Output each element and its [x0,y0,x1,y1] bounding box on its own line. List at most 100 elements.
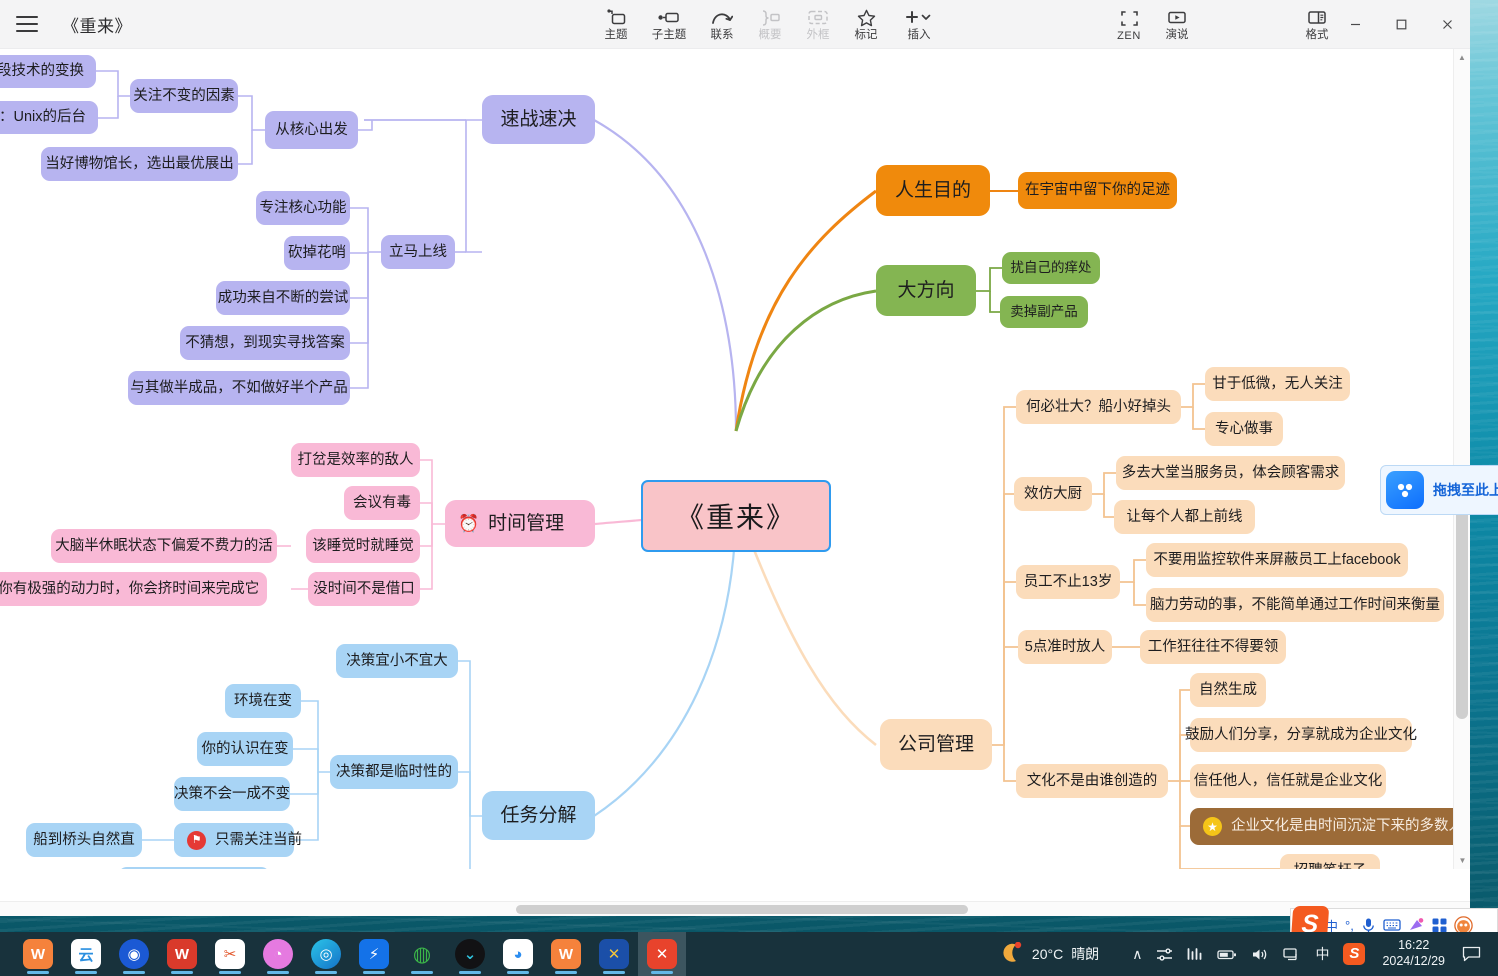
horizontal-scrollbar-thumb[interactable] [516,905,968,914]
node-huanjing[interactable]: 环境在变 [225,684,301,718]
node-gaishui[interactable]: 该睡觉时就睡觉 [306,529,420,563]
node-guli[interactable]: 鼓励人们分享，分享就成为企业文化 [1185,718,1417,752]
node-wudian[interactable]: 5点准时放人 [1018,630,1112,664]
node-zhuanzhu[interactable]: 专注核心功能 [256,191,350,225]
tray-battery-icon[interactable] [1210,948,1244,961]
node-yuangong[interactable]: 员工不止13岁 [1016,565,1120,599]
node-dacha[interactable]: 打岔是效率的敌人 [291,443,420,477]
tray-sogou-icon[interactable]: S [1336,943,1372,965]
maximize-button[interactable] [1378,0,1424,49]
node-qiye[interactable]: ★ 企业文化是由时间沉淀下来的多数人的 [1190,808,1470,845]
node-renshi[interactable]: 你的认识在变 [197,732,293,766]
tray-network-icon[interactable] [1276,947,1308,962]
toolbar-topic[interactable]: 主题 [592,3,640,47]
toolbar-marker[interactable]: 标记 [842,3,890,47]
taskbar-app-9[interactable]: ⌄ [446,932,494,976]
clock-widget[interactable]: 16:22 2024/12/29 [1372,938,1455,969]
taskbar-app-11[interactable]: W [542,932,590,976]
scroll-up-arrow[interactable]: ▲ [1454,49,1470,66]
horizontal-scrollbar[interactable] [0,901,1470,916]
tray-chart-icon[interactable] [1180,947,1210,961]
node-renwu[interactable]: 任务分解 [482,791,595,840]
skin-icon[interactable] [1408,917,1425,933]
tray-volume-icon[interactable] [1244,947,1276,962]
node-huiyi[interactable]: 会议有毒 [344,486,420,520]
node-shijian[interactable]: ⏰ 时间管理 [445,500,595,547]
toolbar-boundary[interactable]: 外框 [794,3,842,47]
node-blue-cutoff[interactable] [118,867,270,869]
node-gongzuokuang[interactable]: 工作狂往往不得要领 [1140,630,1286,664]
taskbar-app-8[interactable]: ◍ [398,932,446,976]
node-buyao[interactable]: 不要用监控软件来屏蔽员工上facebook [1146,543,1408,577]
node-chuandao[interactable]: 船到桥头自然直 [26,823,142,857]
node-ganyu[interactable]: 甘于低微，无人关注 [1205,367,1350,401]
node-ziran[interactable]: 自然生成 [1190,673,1266,707]
notification-icon[interactable] [1455,946,1488,963]
node-guanzhu[interactable]: 关注不变的因素 [130,79,238,113]
taskbar-app-4[interactable]: ✂ [206,932,254,976]
node-sufast[interactable]: 速战速决 [482,95,595,144]
taskbar-app-5[interactable]: ◔ [254,932,302,976]
node-rangmei[interactable]: 让每个人都上前线 [1114,500,1255,534]
toolbar-subtopic[interactable]: 子主题 [640,3,698,47]
node-zhaopin[interactable]: 招聘笔杆子 [1280,854,1380,869]
toolbar-presentation[interactable]: 演说 [1153,3,1201,47]
tray-ime-icon[interactable]: 中 [1308,944,1336,964]
node-gongsi[interactable]: 公司管理 [880,719,992,770]
taskbar-app-3[interactable]: W [158,932,206,976]
keyboard-icon[interactable] [1383,918,1401,932]
taskbar-app-6[interactable]: ◎ [302,932,350,976]
taskbar-app-0[interactable]: W [14,932,62,976]
node-limashang[interactable]: 立马上线 [381,235,455,269]
weather-widget[interactable]: 20°C 晴朗 [1000,941,1099,967]
node-yuqi[interactable]: 与其做半成品，不如做好半个产品 [128,371,350,405]
node-qianduan[interactable]: 前段技术的变换 [0,55,96,88]
ime-punctuation[interactable]: °, [1345,918,1354,933]
taskbar-app-10[interactable]: ◕ [494,932,542,976]
taskbar-app-1[interactable]: 云 [62,932,110,976]
mic-icon[interactable] [1361,917,1376,934]
vertical-scrollbar[interactable]: ▲ ▼ [1453,49,1470,869]
node-dangni[interactable]: 当你有极强的动力时，你会挤时间来完成它 [0,572,267,606]
node-wenhua[interactable]: 文化不是由谁创造的 [1016,764,1168,798]
tray-overflow-icon[interactable]: ∧ [1125,946,1149,963]
taskbar-app-12[interactable]: ✕ [590,932,638,976]
node-duoqu[interactable]: 多去大堂当服务员，体会顾客需求 [1116,456,1345,490]
node-bowu[interactable]: 当好博物馆长，选出最优展出 [41,147,238,181]
node-rensheng[interactable]: 人生目的 [876,165,990,216]
node-xiaofang[interactable]: 效仿大厨 [1014,477,1092,511]
close-button[interactable] [1424,0,1470,49]
menu-icon[interactable] [16,16,38,32]
node-juece-xiao[interactable]: 决策宜小不宜大 [336,644,458,678]
node-rao[interactable]: 扰自己的痒处 [1002,252,1100,284]
node-juece-linshi[interactable]: 决策都是临时性的 [330,755,458,789]
node-meishijian[interactable]: 没时间不是借口 [308,572,420,606]
node-juece-bian[interactable]: 决策不会一成不变 [174,777,290,811]
node-kandiao[interactable]: 砍掉花哨 [284,236,350,270]
node-zuji[interactable]: 在宇宙中留下你的足迹 [1018,172,1177,209]
toolbar-summary[interactable]: 概要 [746,3,794,47]
root-node[interactable]: 《重来》 [641,480,831,552]
taskbar-app-13[interactable]: ✕ [638,932,686,976]
toolbar-insert[interactable]: 插入 [890,3,948,47]
vertical-scrollbar-thumb[interactable] [1456,479,1468,719]
node-dafang[interactable]: 大方向 [876,265,976,316]
taskbar-app-2[interactable]: ◉ [110,932,158,976]
node-conghexin[interactable]: 从核心出发 [265,111,358,149]
tray-settings-icon[interactable] [1149,947,1180,962]
node-xinren[interactable]: 信任他人，信任就是企业文化 [1190,764,1386,798]
node-danao[interactable]: 大脑半休眠状态下偏爱不费力的活 [51,529,277,563]
minimize-button[interactable] [1332,0,1378,49]
node-hebi[interactable]: 何必壮大？船小好掉头 [1016,390,1181,424]
scroll-down-arrow[interactable]: ▼ [1454,852,1470,869]
node-naoli[interactable]: 脑力劳动的事，不能简单通过工作时间来衡量 [1146,588,1444,622]
node-maidiao[interactable]: 卖掉副产品 [1000,296,1088,328]
netdisk-drop-widget[interactable]: 拖拽至此上传 [1380,465,1498,515]
taskbar-app-7[interactable]: ⚡ [350,932,398,976]
node-chenggong[interactable]: 成功来自不断的尝试 [216,281,350,315]
node-zhuanxin[interactable]: 专心做事 [1205,412,1283,446]
toolbar-zen[interactable]: ZEN [1105,3,1153,47]
node-zhixu[interactable]: ⚑ 只需关注当前 [174,823,302,857]
toolbar-relation[interactable]: 联系 [698,3,746,47]
apps-icon[interactable] [1432,918,1447,933]
